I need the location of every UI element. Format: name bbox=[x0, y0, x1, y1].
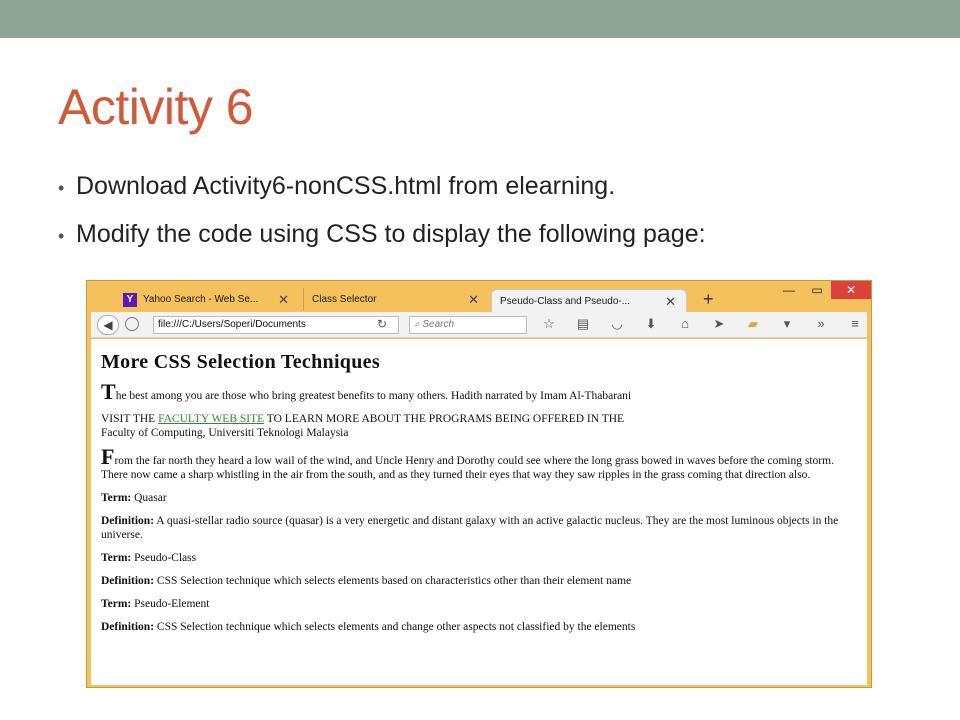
dropcap: F bbox=[101, 444, 115, 469]
download-icon[interactable]: ⬇ bbox=[641, 316, 661, 332]
reload-icon[interactable]: ↻ bbox=[377, 317, 387, 331]
clipboard-icon[interactable]: ▤ bbox=[573, 316, 593, 332]
overflow-icon[interactable]: » bbox=[811, 316, 831, 332]
term-value: Pseudo-Class bbox=[134, 552, 197, 564]
star-icon[interactable]: ☆ bbox=[539, 316, 559, 332]
definition-value: CSS Selection technique which selects el… bbox=[156, 621, 636, 633]
paragraph-text: TO LEARN MORE ABOUT THE PROGRAMS BEING O… bbox=[264, 413, 625, 425]
definition-label: Definition: bbox=[101, 621, 155, 633]
url-bar[interactable]: file:///C:/Users/Soperi/Documents bbox=[153, 316, 399, 334]
browser-toolbar: ◀ file:///C:/Users/Soperi/Documents ↻ ⌕ … bbox=[91, 312, 867, 338]
menu-icon[interactable]: ≡ bbox=[845, 316, 865, 332]
faculty-link[interactable]: FACULTY WEB SITE bbox=[158, 413, 264, 425]
close-tab-icon[interactable]: ✕ bbox=[468, 292, 479, 308]
page-content: More CSS Selection Techniques The best a… bbox=[91, 339, 867, 685]
home-icon[interactable]: ⌂ bbox=[675, 316, 695, 332]
definition-label: Definition: bbox=[101, 515, 155, 527]
paragraph-text: Faculty of Computing, Universiti Teknolo… bbox=[101, 427, 349, 439]
definition-line: Definition: A quasi-stellar radio source… bbox=[101, 514, 857, 542]
tab-label: Yahoo Search - Web Se... bbox=[143, 294, 259, 305]
tab-label: Class Selector bbox=[312, 294, 377, 305]
maximize-button[interactable]: ▭ bbox=[803, 281, 831, 299]
send-icon[interactable]: ➤ bbox=[709, 316, 729, 332]
quote-paragraph: The best among you are those who bring g… bbox=[101, 381, 857, 403]
bullet-item: • Modify the code using CSS to display t… bbox=[58, 220, 938, 268]
definition-label: Definition: bbox=[101, 575, 155, 587]
site-info-icon[interactable] bbox=[125, 317, 139, 331]
bullet-item: • Download Activity6-nonCSS.html from el… bbox=[58, 172, 938, 220]
page-heading: More CSS Selection Techniques bbox=[101, 351, 380, 373]
bullet-list: • Download Activity6-nonCSS.html from el… bbox=[58, 172, 938, 268]
definition-line: Definition: CSS Selection technique whic… bbox=[101, 620, 857, 634]
term-label: Term: bbox=[101, 598, 132, 610]
bullet-dot-icon: • bbox=[58, 178, 65, 198]
tab-strip: Y Yahoo Search - Web Se... ✕ Class Selec… bbox=[87, 281, 871, 312]
paragraph-text: VISIT THE bbox=[101, 413, 159, 425]
close-tab-icon[interactable]: ✕ bbox=[665, 294, 676, 310]
definition-line: Definition: CSS Selection technique whic… bbox=[101, 574, 857, 588]
visit-paragraph: VISIT THE FACULTY WEB SITE TO LEARN MORE… bbox=[101, 412, 857, 440]
back-button[interactable]: ◀ bbox=[97, 315, 119, 335]
term-line: Term: Pseudo-Class bbox=[101, 551, 857, 565]
minimize-button[interactable]: — bbox=[775, 281, 803, 299]
bullet-text: Download Activity6-nonCSS.html from elea… bbox=[76, 172, 616, 200]
toolbar-icons: ☆ ▤ ◡ ⬇ ⌂ ➤ ▰ ▾ » ≡ bbox=[539, 316, 865, 332]
paragraph-text: he best among you are those who bring gr… bbox=[115, 390, 632, 402]
tab-class-selector[interactable]: Class Selector ✕ bbox=[303, 288, 489, 311]
dropcap: T bbox=[101, 379, 116, 404]
search-placeholder: Search bbox=[422, 319, 455, 330]
search-input[interactable]: ⌕ Search bbox=[409, 316, 527, 334]
paragraph-text: rom the far north they heard a low wail … bbox=[101, 455, 834, 481]
term-line: Term: Pseudo-Element bbox=[101, 597, 857, 611]
dropdown-icon[interactable]: ▾ bbox=[777, 316, 797, 332]
yahoo-icon: Y bbox=[123, 292, 137, 307]
definition-value: CSS Selection technique which selects el… bbox=[156, 575, 632, 587]
term-label: Term: bbox=[101, 552, 132, 564]
browser-window: Y Yahoo Search - Web Se... ✕ Class Selec… bbox=[86, 280, 872, 688]
window-controls: — ▭ ✕ bbox=[775, 281, 871, 301]
definition-value: A quasi-stellar radio source (quasar) is… bbox=[101, 515, 839, 541]
pocket-icon[interactable]: ◡ bbox=[607, 316, 627, 332]
close-tab-icon[interactable]: ✕ bbox=[278, 292, 289, 308]
term-label: Term: bbox=[101, 492, 132, 504]
tab-yahoo[interactable]: Y Yahoo Search - Web Se... ✕ bbox=[115, 288, 299, 311]
term-line: Term: Quasar bbox=[101, 491, 857, 505]
tab-label: Pseudo-Class and Pseudo-... bbox=[500, 295, 631, 307]
slide-top-bar bbox=[0, 0, 960, 38]
term-value: Quasar bbox=[134, 492, 167, 504]
folder-icon[interactable]: ▰ bbox=[743, 316, 763, 332]
term-value: Pseudo-Element bbox=[134, 598, 210, 610]
bullet-text: Modify the code using CSS to display the… bbox=[76, 220, 706, 248]
new-tab-button[interactable]: + bbox=[703, 290, 714, 308]
story-paragraph: From the far north they heard a low wail… bbox=[101, 446, 857, 482]
close-window-button[interactable]: ✕ bbox=[831, 281, 871, 299]
tab-pseudo-class[interactable]: Pseudo-Class and Pseudo-... ✕ bbox=[491, 289, 687, 312]
bullet-dot-icon: • bbox=[58, 226, 65, 246]
arrow-left-icon: ◀ bbox=[103, 318, 113, 332]
slide-title: Activity 6 bbox=[58, 79, 254, 135]
